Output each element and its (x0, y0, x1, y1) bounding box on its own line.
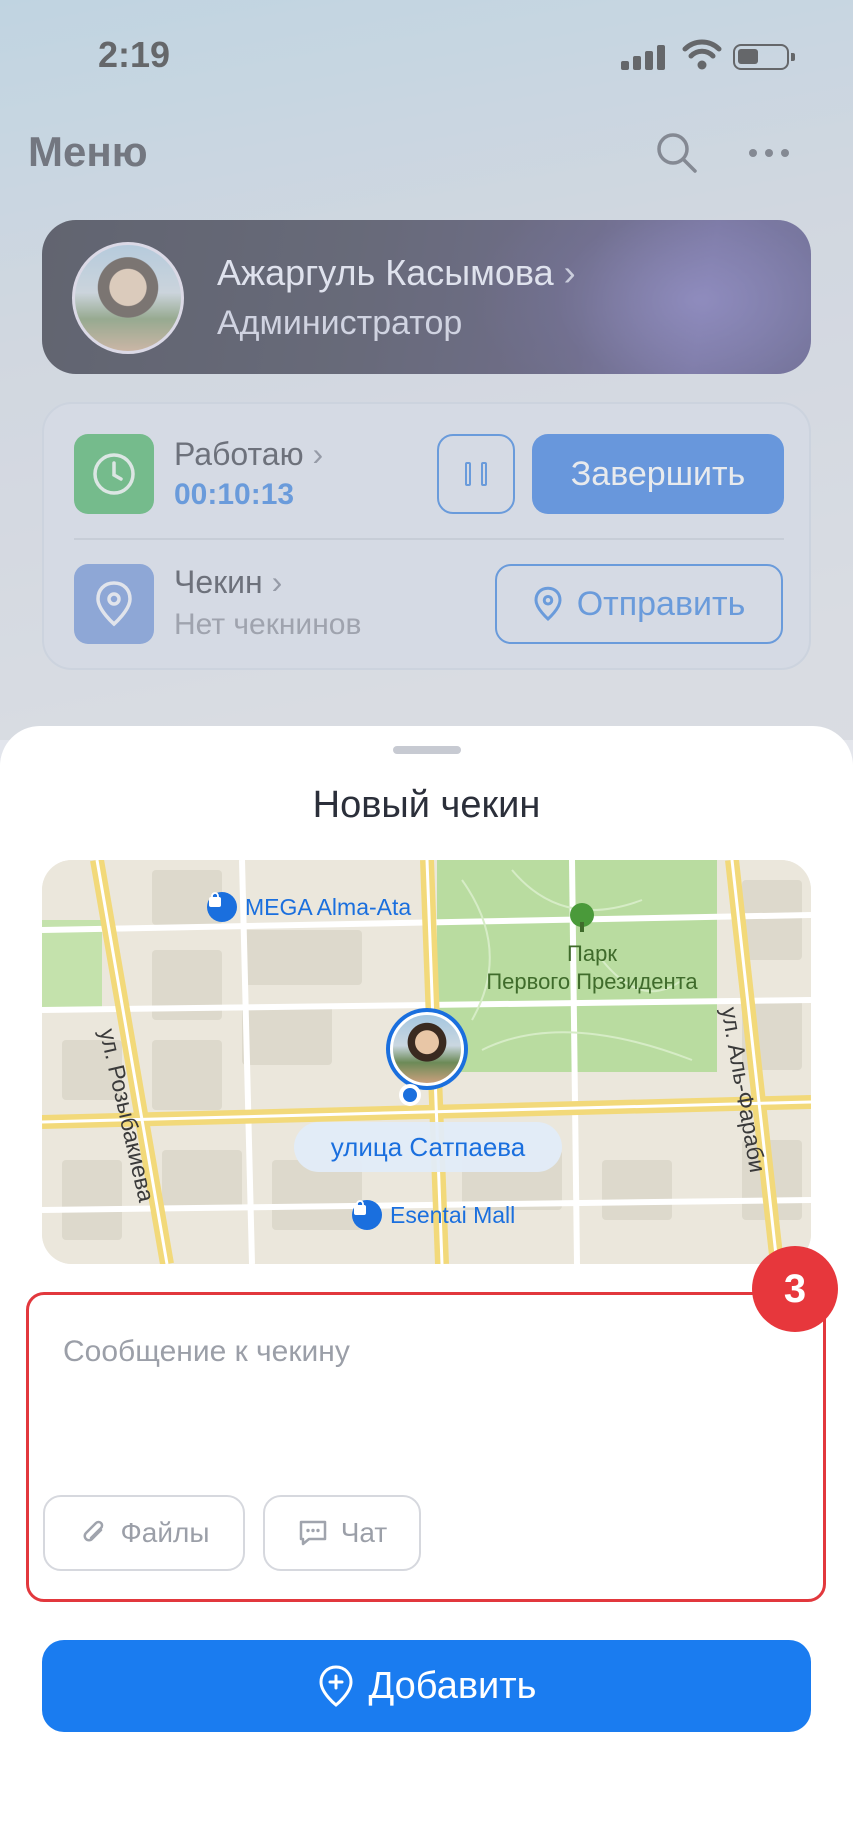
profile-background (471, 220, 811, 374)
divider (74, 538, 784, 540)
current-street-label: улица Сатпаева (294, 1122, 562, 1172)
user-location-pin[interactable] (386, 1008, 468, 1090)
checkin-row[interactable]: Чекин › (174, 564, 282, 601)
status-time: 2:19 (98, 34, 171, 75)
sheet-title: Новый чекин (312, 784, 541, 826)
search-icon[interactable] (652, 128, 702, 178)
shopping-bag-icon (207, 892, 237, 922)
add-location-icon (319, 1665, 353, 1707)
checkin-message-field[interactable]: Сообщение к чекину Файлы Чат (26, 1292, 826, 1602)
profile-card[interactable]: Ажаргуль Касымова › Администратор (42, 220, 811, 374)
pause-button[interactable] (437, 434, 515, 514)
paperclip-icon (83, 1520, 103, 1542)
park-label-line2: Первого Президента (486, 969, 698, 994)
chat-label: Чат (340, 1517, 388, 1548)
poi-label: MEGA Alma-Ata (245, 893, 412, 920)
map-view[interactable]: MEGA Alma-Ata Парк Первого Президента ул… (42, 860, 811, 1264)
add-checkin-button[interactable]: Добавить (42, 1640, 811, 1732)
clock-icon (74, 434, 154, 514)
message-placeholder: Сообщение к чекину (63, 1335, 350, 1368)
location-pin-icon (74, 564, 154, 644)
attach-files-button[interactable]: Файлы (43, 1495, 245, 1571)
profile-name: Ажаргуль Касымова (217, 252, 554, 293)
work-status-row[interactable]: Работаю › (174, 436, 323, 473)
page-title: Меню (28, 128, 148, 175)
location-pin-icon (534, 586, 562, 621)
checkin-status: Нет чекнинов (174, 608, 362, 641)
battery-icon (733, 44, 795, 70)
finish-button[interactable]: Завершить (532, 434, 784, 514)
cellular-signal-icon (621, 44, 665, 70)
shopping-bag-icon (352, 1200, 382, 1230)
location-dot (399, 1084, 421, 1106)
profile-name-row: Ажаргуль Касымова › (217, 252, 576, 294)
status-bar: 2:19 (0, 0, 853, 110)
poi-label: Esentai Mall (390, 1201, 516, 1228)
send-checkin-button[interactable]: Отправить (495, 564, 783, 644)
more-dots-icon[interactable] (744, 128, 794, 178)
map-poi-mega[interactable]: MEGA Alma-Ata (207, 892, 411, 922)
work-status-label: Работаю (174, 436, 304, 472)
add-label: Добавить (368, 1664, 537, 1707)
step-badge: 3 (752, 1246, 838, 1332)
map-poi-esentai[interactable]: Esentai Mall (352, 1200, 515, 1230)
avatar (390, 1012, 464, 1086)
park-label-line1: Парк (567, 941, 617, 966)
sheet-grabber[interactable] (393, 746, 461, 754)
profile-role: Администратор (217, 304, 463, 342)
work-timer: 00:10:13 (174, 478, 295, 511)
files-label: Файлы (120, 1517, 210, 1548)
map-park-label: Парк Первого Президента (472, 940, 712, 996)
chevron-right-icon: › (312, 436, 324, 472)
chevron-right-icon: › (271, 564, 283, 600)
avatar (72, 242, 184, 354)
send-label: Отправить (576, 584, 746, 623)
wifi-icon (682, 38, 722, 70)
checkin-label: Чекин (174, 564, 263, 600)
chat-button[interactable]: Чат (263, 1495, 421, 1571)
work-card: Работаю › 00:10:13 Завершить Чекин › Нет… (42, 402, 811, 670)
chevron-right-icon: › (563, 252, 576, 293)
chat-bubble-icon (299, 1520, 327, 1546)
